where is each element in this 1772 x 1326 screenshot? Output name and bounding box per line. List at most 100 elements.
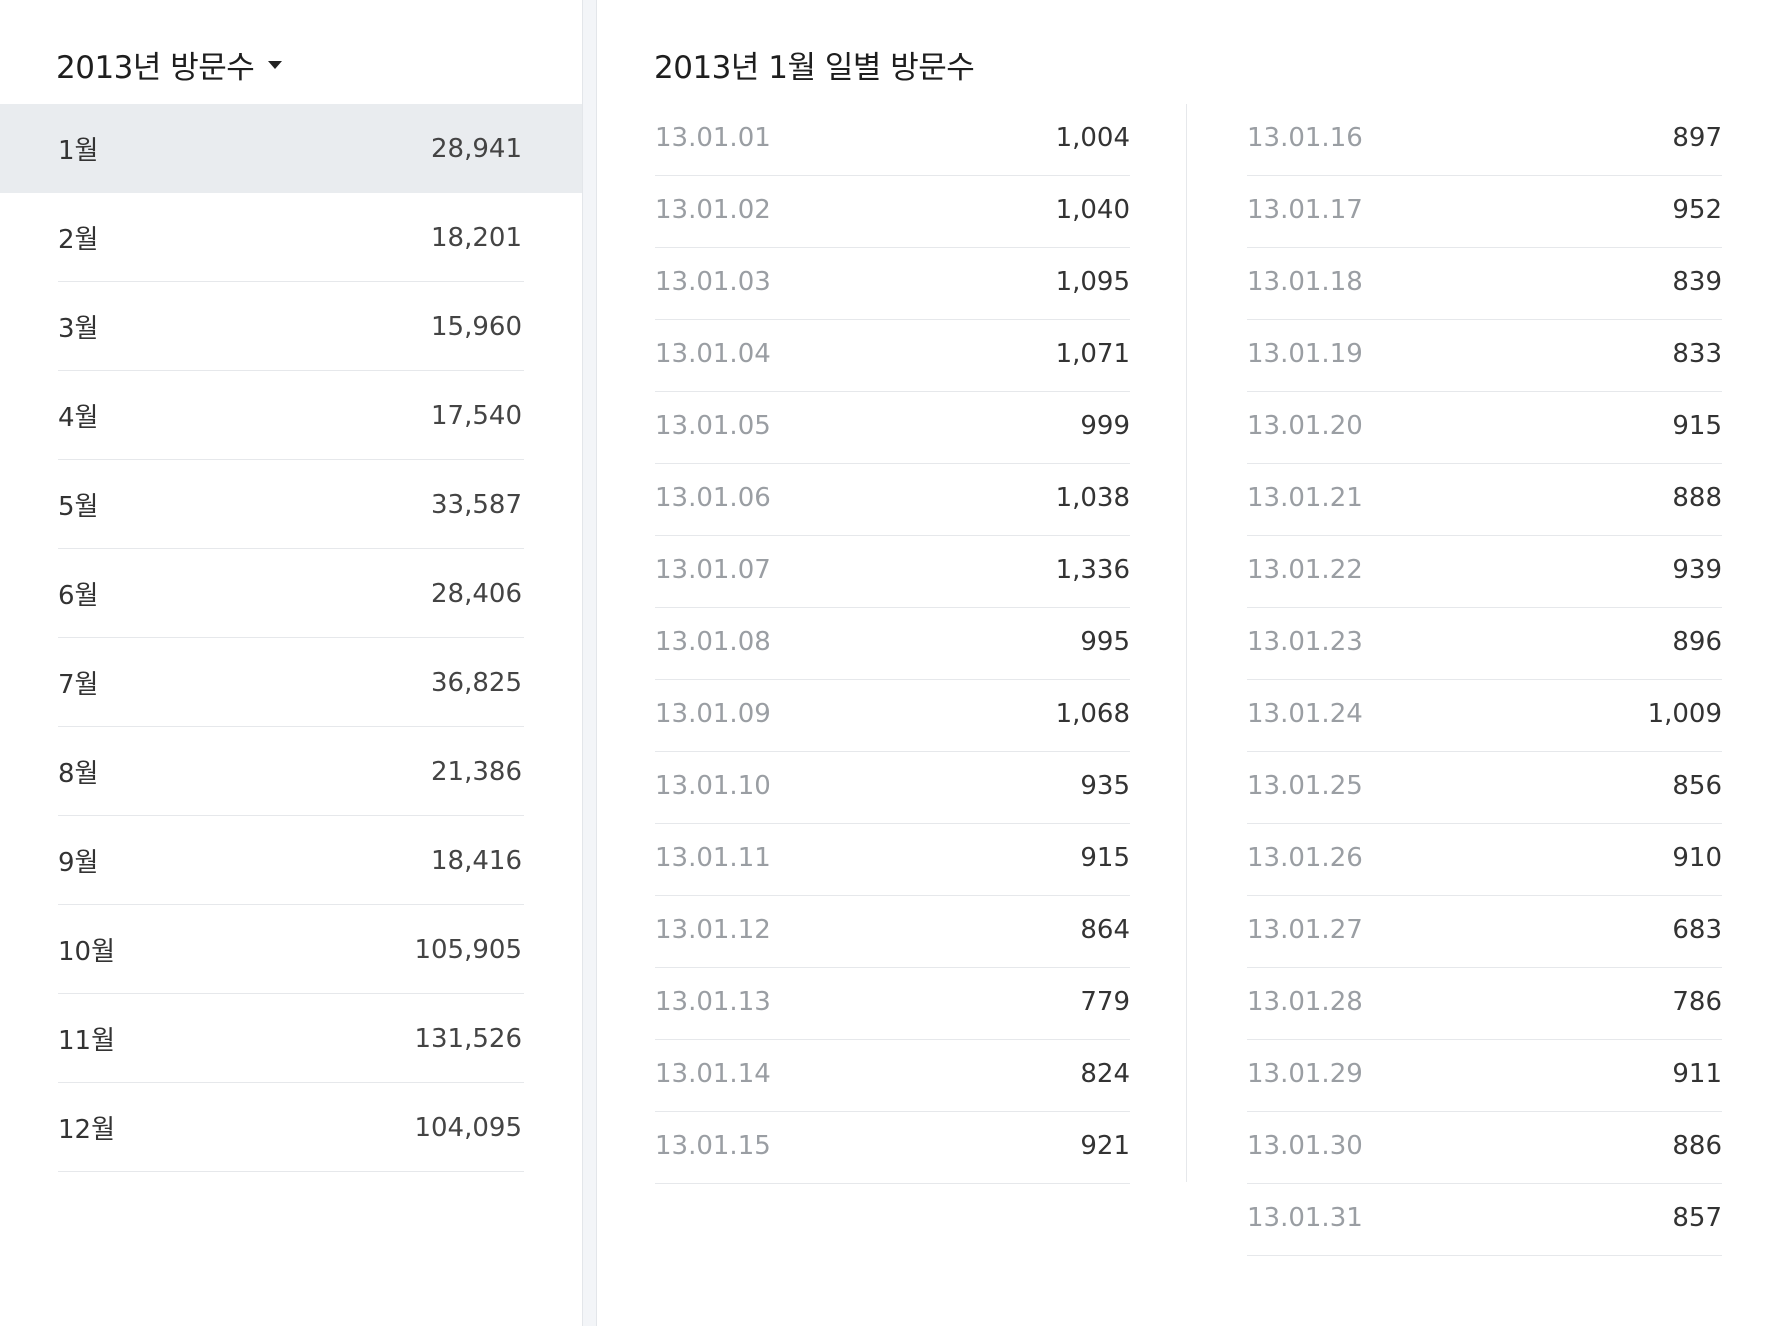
month-visit-count: 15,960 (431, 312, 522, 342)
month-row[interactable]: 5월 33,587 (0, 460, 582, 549)
month-row[interactable]: 4월 17,540 (0, 371, 582, 460)
daily-visit-count: 995 (1080, 627, 1130, 657)
month-row[interactable]: 2월 18,201 (0, 193, 582, 282)
daily-row: 13.01.28 786 (1247, 968, 1722, 1040)
month-row[interactable]: 12월 104,095 (0, 1083, 582, 1172)
month-label: 10월 (58, 937, 116, 967)
daily-visit-count: 939 (1672, 555, 1722, 585)
daily-visit-count: 833 (1672, 339, 1722, 369)
daily-row: 13.01.23 896 (1247, 608, 1722, 680)
row-divider (58, 1171, 524, 1172)
daily-row: 13.01.03 1,095 (655, 248, 1130, 320)
month-label: 12월 (58, 1115, 116, 1145)
daily-row: 13.01.13 779 (655, 968, 1130, 1040)
daily-row: 13.01.29 911 (1247, 1040, 1722, 1112)
month-label: 5월 (58, 492, 99, 522)
month-visit-count: 21,386 (431, 757, 522, 787)
month-row[interactable]: 11월 131,526 (0, 994, 582, 1083)
daily-visit-count: 897 (1672, 123, 1722, 153)
daily-row: 13.01.24 1,009 (1247, 680, 1722, 752)
daily-row: 13.01.26 910 (1247, 824, 1722, 896)
daily-title: 2013년 1월 일별 방문수 (654, 49, 975, 86)
daily-visit-count: 824 (1080, 1059, 1130, 1089)
daily-column-right: 13.01.16 897 13.01.17 952 13.01.18 839 13.01.1… (1247, 104, 1722, 1256)
daily-row: 13.01.04 1,071 (655, 320, 1130, 392)
daily-column-left: 13.01.01 1,004 13.01.02 1,040 13.01.03 1,095 1… (655, 104, 1130, 1184)
month-row[interactable]: 10월 105,905 (0, 905, 582, 994)
daily-row: 13.01.25 856 (1247, 752, 1722, 824)
daily-date: 13.01.06 (655, 483, 771, 513)
daily-row: 13.01.27 683 (1247, 896, 1722, 968)
daily-visit-count: 1,009 (1647, 699, 1722, 729)
daily-date: 13.01.05 (655, 411, 771, 441)
daily-date: 13.01.25 (1247, 771, 1363, 801)
daily-visit-count: 779 (1080, 987, 1130, 1017)
month-row[interactable]: 9월 18,416 (0, 816, 582, 905)
daily-row: 13.01.20 915 (1247, 392, 1722, 464)
month-visit-count: 17,540 (431, 401, 522, 431)
daily-date: 13.01.11 (655, 843, 771, 873)
daily-date: 13.01.16 (1247, 123, 1363, 153)
daily-row: 13.01.10 935 (655, 752, 1130, 824)
daily-visit-count: 1,336 (1055, 555, 1130, 585)
daily-date: 13.01.26 (1247, 843, 1363, 873)
daily-date: 13.01.03 (655, 267, 771, 297)
daily-row: 13.01.16 897 (1247, 104, 1722, 176)
daily-date: 13.01.17 (1247, 195, 1363, 225)
daily-row: 13.01.11 915 (655, 824, 1130, 896)
daily-visit-count: 1,004 (1055, 123, 1130, 153)
daily-date: 13.01.15 (655, 1131, 771, 1161)
daily-visit-count: 915 (1080, 843, 1130, 873)
month-visit-count: 104,095 (414, 1113, 522, 1143)
month-row[interactable]: 8월 21,386 (0, 727, 582, 816)
month-visit-count: 105,905 (414, 935, 522, 965)
daily-visit-count: 1,040 (1055, 195, 1130, 225)
month-row[interactable]: 1월 28,941 (0, 104, 582, 193)
daily-visit-count: 1,068 (1055, 699, 1130, 729)
daily-date: 13.01.01 (655, 123, 771, 153)
month-list: 1월 28,941 2월 18,201 3월 15,960 4월 17,540 5월 33,587… (0, 104, 582, 1172)
daily-date: 13.01.22 (1247, 555, 1363, 585)
month-row[interactable]: 3월 15,960 (0, 282, 582, 371)
daily-row: 13.01.22 939 (1247, 536, 1722, 608)
daily-row: 13.01.08 995 (655, 608, 1130, 680)
daily-date: 13.01.02 (655, 195, 771, 225)
month-label: 8월 (58, 759, 99, 789)
daily-visit-count: 896 (1672, 627, 1722, 657)
daily-date: 13.01.20 (1247, 411, 1363, 441)
daily-row: 13.01.15 921 (655, 1112, 1130, 1184)
month-label: 11월 (58, 1026, 116, 1056)
daily-visit-count: 864 (1080, 915, 1130, 945)
daily-visit-count: 886 (1672, 1131, 1722, 1161)
daily-date: 13.01.04 (655, 339, 771, 369)
daily-visit-count: 1,071 (1055, 339, 1130, 369)
daily-date: 13.01.31 (1247, 1203, 1363, 1233)
daily-date: 13.01.28 (1247, 987, 1363, 1017)
daily-visit-count: 1,038 (1055, 483, 1130, 513)
month-visit-count: 33,587 (431, 490, 522, 520)
daily-date: 13.01.24 (1247, 699, 1363, 729)
daily-date: 13.01.08 (655, 627, 771, 657)
daily-visit-count: 952 (1672, 195, 1722, 225)
daily-visit-count: 839 (1672, 267, 1722, 297)
month-visit-count: 28,941 (431, 134, 522, 164)
daily-row: 13.01.31 857 (1247, 1184, 1722, 1256)
year-selector[interactable]: 2013년 방문수 (56, 40, 283, 88)
daily-visit-count: 999 (1080, 411, 1130, 441)
daily-visit-count: 888 (1672, 483, 1722, 513)
month-row[interactable]: 7월 36,825 (0, 638, 582, 727)
daily-date: 13.01.10 (655, 771, 771, 801)
month-visit-count: 18,201 (431, 223, 522, 253)
month-row[interactable]: 6월 28,406 (0, 549, 582, 638)
daily-row: 13.01.30 886 (1247, 1112, 1722, 1184)
month-visit-count: 131,526 (414, 1024, 522, 1054)
daily-visit-count: 1,095 (1055, 267, 1130, 297)
daily-date: 13.01.13 (655, 987, 771, 1017)
daily-date: 13.01.23 (1247, 627, 1363, 657)
daily-row: 13.01.19 833 (1247, 320, 1722, 392)
daily-visit-count: 910 (1672, 843, 1722, 873)
daily-visit-count: 857 (1672, 1203, 1722, 1233)
daily-date: 13.01.09 (655, 699, 771, 729)
daily-date: 13.01.29 (1247, 1059, 1363, 1089)
monthly-visits-panel: 2013년 방문수 1월 28,941 2월 18,201 3월 15,960 4월 17,5… (0, 0, 582, 1326)
